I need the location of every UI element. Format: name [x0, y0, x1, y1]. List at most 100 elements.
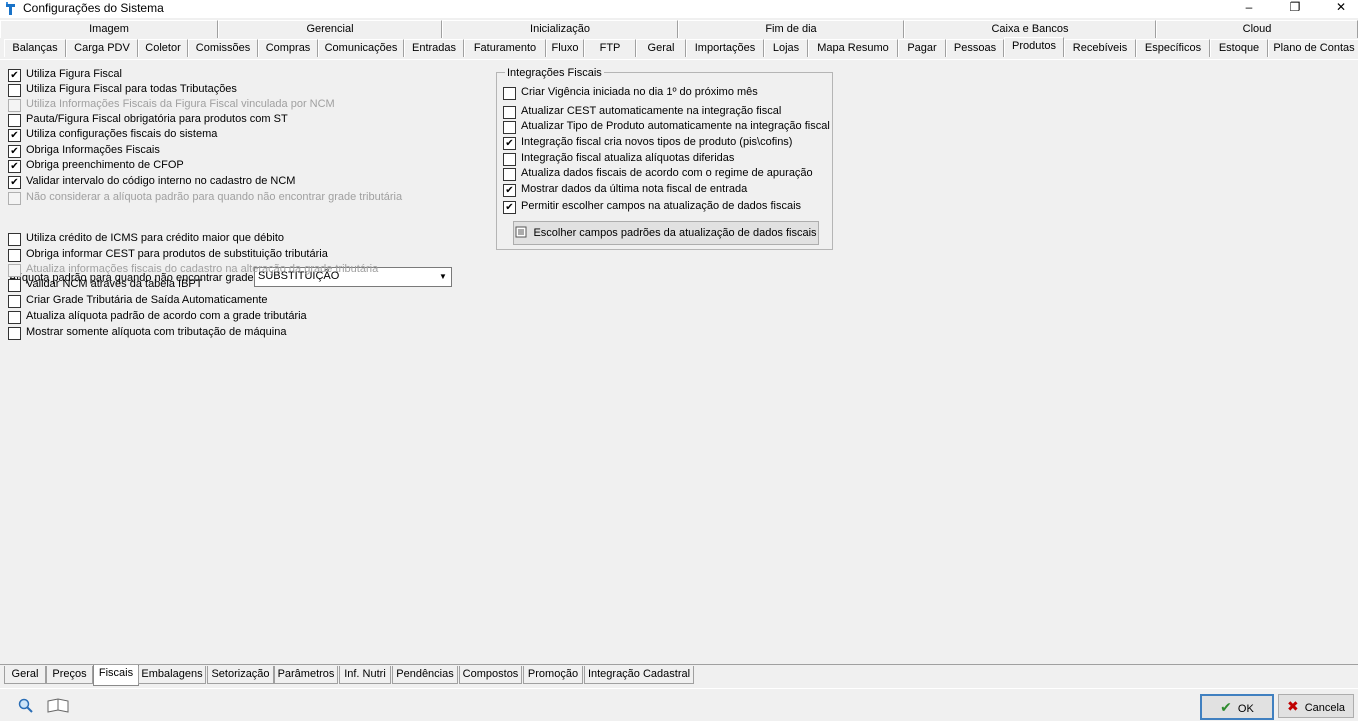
- checkbox-label: Obriga Informações Fiscais: [26, 144, 160, 156]
- search-icon[interactable]: [18, 698, 34, 714]
- checkbox-label: Mostrar dados da última nota fiscal de e…: [521, 183, 748, 195]
- bottom-tab-7[interactable]: Pendências: [392, 666, 458, 684]
- bottom-tab-row: Geral Preços Fiscais Embalagens Setorização P…: [0, 664, 1358, 687]
- checkbox-empty-icon[interactable]: [8, 311, 21, 324]
- tab-top-1[interactable]: Gerencial: [218, 20, 442, 38]
- checkbox-label: Atualiza informações fiscais do cadastro…: [26, 263, 379, 275]
- tab-top-3[interactable]: Fim de dia: [678, 20, 904, 38]
- tab-compras[interactable]: Compras: [258, 39, 318, 57]
- checkbox-label: Atualizar Tipo de Produto automaticament…: [521, 120, 830, 132]
- bottom-tab-1[interactable]: Preços: [46, 666, 93, 684]
- ok-button[interactable]: ✔ OK: [1200, 694, 1274, 720]
- escolher-campos-button[interactable]: Escolher campos padrões da atualização d…: [513, 221, 819, 245]
- bottom-tab-3[interactable]: Embalagens: [138, 666, 206, 684]
- tab-top-5[interactable]: Cloud: [1156, 20, 1358, 38]
- checkbox-label: Mostrar somente alíquota com tributação …: [26, 326, 287, 338]
- checkbox-empty-icon[interactable]: [503, 121, 516, 134]
- close-icon[interactable]: ✕: [1318, 0, 1358, 16]
- checkbox-label: Permitir escolher campos na atualização …: [521, 200, 802, 212]
- minimize-icon[interactable]: –: [1226, 0, 1272, 16]
- checkbox-label: Validar NCM através da tabela IBPT: [26, 278, 203, 290]
- checkbox-label: Utiliza Informações Fiscais da Figura Fi…: [26, 98, 335, 110]
- checkbox-checked-icon[interactable]: ✔: [8, 129, 21, 142]
- checkbox-label: Não considerar a alíquota padrão para qu…: [26, 191, 403, 203]
- ok-label: OK: [1237, 703, 1254, 715]
- tab-pessoas[interactable]: Pessoas: [946, 39, 1004, 57]
- bottom-tab-2[interactable]: Fiscais: [93, 665, 139, 686]
- checkbox-label: Integração fiscal atualiza alíquotas dif…: [521, 152, 735, 164]
- checkbox-checked-icon[interactable]: ✔: [503, 184, 516, 197]
- tab-coletor[interactable]: Coletor: [138, 39, 188, 57]
- checkbox-label: Utiliza Figura Fiscal para todas Tributa…: [26, 83, 237, 95]
- checkbox-empty-icon[interactable]: [8, 233, 21, 246]
- book-icon[interactable]: [46, 698, 70, 714]
- app-icon: [6, 2, 15, 15]
- checkbox-empty-icon[interactable]: [8, 327, 21, 340]
- group-legend: Integrações Fiscais: [505, 67, 604, 79]
- checkbox-label: Obriga informar CEST para produtos de su…: [26, 248, 328, 260]
- tab-entradas[interactable]: Entradas: [404, 39, 464, 57]
- tab-top-0[interactable]: Imagem: [0, 20, 218, 38]
- checkbox-label: Atualiza alíquota padrão de acordo com a…: [26, 310, 307, 322]
- bottom-tab-9[interactable]: Promoção: [523, 666, 583, 684]
- bottom-tab-10[interactable]: Integração Cadastral: [584, 666, 694, 684]
- checkbox-label: Integração fiscal cria novos tipos de pr…: [521, 136, 793, 148]
- tab-produtos[interactable]: Produtos: [1004, 37, 1064, 57]
- cancel-x-icon: ✖: [1286, 698, 1299, 714]
- checkbox-checked-icon[interactable]: ✔: [8, 69, 21, 82]
- tab-comunicações[interactable]: Comunicações: [318, 39, 404, 57]
- tab-geral[interactable]: Geral: [636, 39, 686, 57]
- checkbox-empty-icon: [8, 192, 21, 205]
- tab-específicos[interactable]: Específicos: [1136, 39, 1210, 57]
- tab-top-4[interactable]: Caixa e Bancos: [904, 20, 1156, 38]
- cancel-button[interactable]: ✖ Cancela: [1278, 694, 1354, 718]
- checkbox-checked-icon[interactable]: ✔: [8, 176, 21, 189]
- checkbox-empty-icon[interactable]: [8, 279, 21, 292]
- checkbox-empty-icon[interactable]: [503, 87, 516, 100]
- tab-top-2[interactable]: Inicialização: [442, 20, 678, 38]
- tab-ftp[interactable]: FTP: [584, 39, 636, 57]
- tab-fluxo[interactable]: Fluxo: [546, 39, 584, 57]
- checkbox-empty-icon[interactable]: [503, 153, 516, 166]
- bottom-tab-5[interactable]: Parâmetros: [274, 666, 338, 684]
- tab-comissões[interactable]: Comissões: [188, 39, 258, 57]
- tab-balanças[interactable]: Balanças: [4, 39, 66, 57]
- tab-estoque[interactable]: Estoque: [1210, 39, 1268, 57]
- window-title: Configurações do Sistema: [23, 1, 164, 15]
- bottom-tab-8[interactable]: Compostos: [459, 666, 522, 684]
- checkbox-empty-icon[interactable]: [8, 295, 21, 308]
- checkbox-label: Atualiza dados fiscais de acordo com o r…: [521, 167, 813, 179]
- cancel-label: Cancela: [1304, 702, 1346, 714]
- tab-importações[interactable]: Importações: [686, 39, 764, 57]
- checkbox-checked-icon[interactable]: ✔: [8, 145, 21, 158]
- checkbox-empty-icon[interactable]: [8, 114, 21, 127]
- bottom-tab-4[interactable]: Setorização: [207, 666, 274, 684]
- bottom-tab-0[interactable]: Geral: [4, 666, 46, 684]
- checkbox-empty-icon[interactable]: [8, 84, 21, 97]
- checkbox-label: Atualizar CEST automaticamente na integr…: [521, 105, 782, 117]
- chevron-down-icon[interactable]: ▼: [436, 269, 450, 284]
- tab-pagar[interactable]: Pagar: [898, 39, 946, 57]
- checkbox-label: Criar Grade Tributária de Saída Automati…: [26, 294, 268, 306]
- second-tab-row: Balanças Carga PDV Coletor Comissões Compras…: [0, 37, 1358, 59]
- tab-plano-de-contas[interactable]: Plano de Contas: [1268, 39, 1358, 57]
- tab-carga-pdv[interactable]: Carga PDV: [66, 39, 138, 57]
- tab-faturamento[interactable]: Faturamento: [464, 39, 546, 57]
- restore-icon[interactable]: ❐: [1272, 0, 1318, 16]
- tab-recebíveis[interactable]: Recebíveis: [1064, 39, 1136, 57]
- checkbox-empty-icon[interactable]: [503, 168, 516, 181]
- checkbox-checked-icon[interactable]: ✔: [503, 137, 516, 150]
- checkbox-empty-icon[interactable]: [8, 249, 21, 262]
- list-icon: [515, 226, 527, 238]
- checkbox-label: Utiliza crédito de ICMS para crédito mai…: [26, 232, 285, 244]
- checkbox-checked-icon[interactable]: ✔: [8, 160, 21, 173]
- tab-mapa-resumo[interactable]: Mapa Resumo: [808, 39, 898, 57]
- checkbox-empty-icon[interactable]: [503, 106, 516, 119]
- footer-bar: ✔ OK ✖ Cancela: [0, 688, 1358, 721]
- bottom-tab-6[interactable]: Inf. Nutri: [339, 666, 391, 684]
- top-tab-row: Imagem Gerencial Inicialização Fim de dia Ca…: [0, 20, 1358, 39]
- checkbox-label: Pauta/Figura Fiscal obrigatória para pro…: [26, 113, 288, 125]
- tab-lojas[interactable]: Lojas: [764, 39, 808, 57]
- title-bar: Configurações do Sistema – ❐ ✕: [0, 0, 1358, 18]
- checkbox-checked-icon[interactable]: ✔: [503, 201, 516, 214]
